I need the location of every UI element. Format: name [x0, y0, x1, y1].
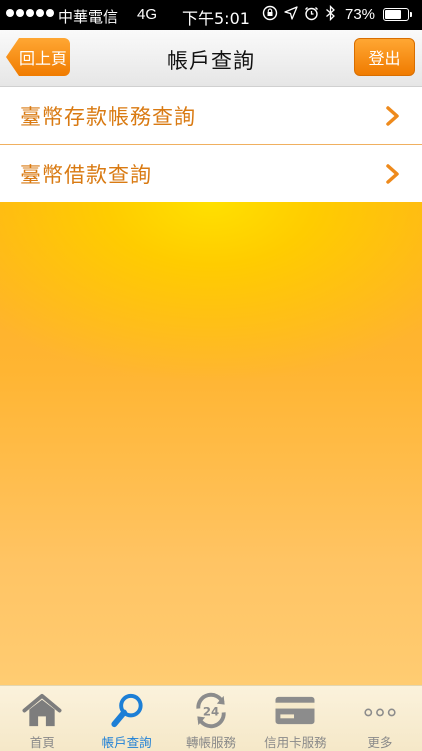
battery-percent: 73%	[345, 6, 376, 23]
transfer-24-icon: 24	[196, 692, 226, 729]
menu-item-twd-deposit-query[interactable]: 臺幣存款帳務查詢	[0, 87, 422, 145]
signal-strength-icon	[6, 9, 54, 17]
svg-text:24: 24	[203, 704, 219, 718]
network-type: 4G	[137, 6, 158, 23]
status-bar: 中華電信 4G 下午5:01 73%	[0, 0, 422, 30]
tab-account-query[interactable]: 帳戶查詢	[84, 686, 168, 751]
location-arrow-icon	[284, 6, 298, 20]
home-icon	[22, 693, 62, 727]
tab-label: 帳戶查詢	[101, 735, 152, 750]
bluetooth-icon	[326, 5, 335, 21]
credit-card-icon	[275, 696, 315, 725]
status-time: 下午5:01	[182, 9, 250, 28]
navigation-bar: 回上頁 帳戶查詢 登出	[0, 30, 422, 87]
tab-home[interactable]: 首頁	[0, 686, 84, 751]
alarm-icon	[305, 6, 318, 20]
tab-more[interactable]: 更多	[338, 686, 422, 751]
tab-label: 更多	[367, 735, 393, 750]
search-icon	[111, 693, 143, 728]
account-query-menu: 臺幣存款帳務查詢 臺幣借款查詢	[0, 87, 422, 203]
tab-label: 轉帳服務	[186, 735, 237, 750]
tab-label: 首頁	[29, 735, 55, 750]
tab-label: 信用卡服務	[264, 735, 327, 750]
menu-item-label: 臺幣存款帳務查詢	[20, 104, 196, 129]
more-icon	[364, 708, 396, 717]
status-icons	[262, 5, 336, 21]
menu-item-twd-loan-query[interactable]: 臺幣借款查詢	[0, 145, 422, 203]
rotation-lock-icon	[262, 5, 278, 21]
tab-transfer-service[interactable]: 24 轉帳服務	[169, 686, 253, 751]
carrier-name: 中華電信	[58, 8, 119, 26]
content-background	[0, 202, 422, 685]
tab-credit-card-service[interactable]: 信用卡服務	[253, 686, 337, 751]
battery-icon	[383, 8, 412, 21]
tab-bar: 首頁 帳戶查詢 24 轉帳服務 信用卡服務 更多	[0, 685, 422, 751]
chevron-right-icon	[386, 164, 399, 184]
menu-item-label: 臺幣借款查詢	[20, 162, 152, 187]
chevron-right-icon	[386, 106, 399, 126]
logout-button[interactable]: 登出	[354, 38, 415, 76]
